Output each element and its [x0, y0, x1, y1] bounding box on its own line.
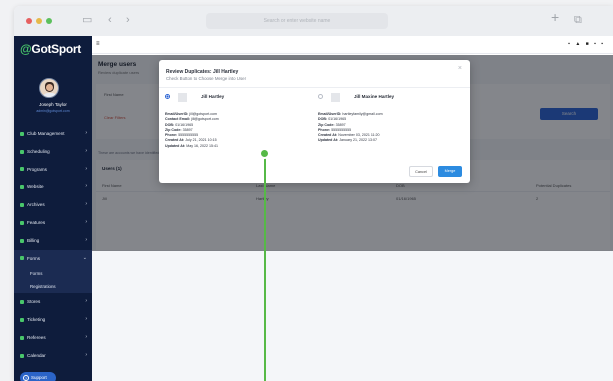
duplicate-details: Email/UserID: jill@gotsport.com Contact …	[165, 112, 219, 148]
topbar-icons[interactable]: ▪ ▲ ■ ▪ ▪	[568, 41, 605, 47]
sidebar-item-stores[interactable]: Stores ›	[14, 293, 92, 311]
chevron-right-icon: ›	[85, 298, 87, 305]
sidebar-nav: Club Management › Scheduling › Programs › W…	[14, 125, 92, 365]
chevron-right-icon: ›	[85, 201, 87, 208]
calendar-icon	[20, 149, 24, 154]
close-window-dot[interactable]	[26, 18, 32, 24]
merge-target-radio[interactable]	[318, 94, 323, 99]
user-photo-icon	[331, 93, 340, 102]
user-name: Joseph Taylor	[39, 102, 67, 107]
sidebar-item-forms[interactable]: Forms ⌄	[14, 249, 92, 268]
chevron-right-icon: ›	[85, 333, 87, 340]
sidebar-item-archives[interactable]: Archives ›	[14, 196, 92, 214]
gotsport-logo[interactable]: @GotSport	[20, 42, 81, 56]
maximize-window-dot[interactable]	[46, 18, 52, 24]
sidebar-item-programs[interactable]: Programs ›	[14, 161, 92, 179]
sidebar-item-website[interactable]: Website ›	[14, 178, 92, 196]
browser-titlebar: ▭ ‹ › Search or enter website name + ⧉	[14, 6, 613, 36]
user-email: admin@gotsport.com	[36, 109, 70, 113]
top-bar: ≡ ▪ ▲ ■ ▪ ▪	[92, 36, 613, 54]
club-icon	[20, 131, 24, 136]
chevron-down-icon: ⌄	[82, 254, 87, 261]
avatar[interactable]	[39, 78, 59, 98]
store-icon	[20, 300, 24, 305]
calendar-icon	[20, 353, 24, 358]
callout-dot	[259, 148, 270, 159]
duplicate-name: Jill Maxine Hartley	[354, 94, 395, 99]
cancel-button[interactable]: Cancel	[409, 166, 433, 177]
modal-title: Review Duplicates: Jill Hartley	[166, 69, 239, 75]
modal-subtitle: Check Button to Choose Merge into User	[166, 76, 247, 81]
forward-icon[interactable]: ›	[126, 14, 130, 26]
duplicate-details: Email/UserID: hartleyfamily@gmail.com DO…	[318, 112, 383, 143]
sidebar-subitem-registrations[interactable]: Registrations	[14, 280, 92, 294]
chevron-right-icon: ›	[85, 147, 87, 154]
sidebar-item-calendar[interactable]: Calendar ›	[14, 347, 92, 365]
tabs-overview-icon[interactable]: ⧉	[574, 14, 582, 26]
sidebar-toggle-icon[interactable]: ▭	[82, 14, 92, 26]
sidebar-item-scheduling[interactable]: Scheduling ›	[14, 143, 92, 161]
duplicate-name: Jill Hartley	[201, 94, 225, 99]
chevron-right-icon: ›	[85, 218, 87, 225]
billing-icon	[20, 238, 24, 243]
address-bar[interactable]: Search or enter website name	[206, 13, 388, 29]
ticket-icon	[20, 317, 24, 322]
merge-target-radio[interactable]	[165, 94, 170, 99]
chevron-right-icon: ›	[85, 165, 87, 172]
globe-icon	[20, 185, 24, 190]
callout-line	[264, 154, 266, 381]
new-tab-icon[interactable]: +	[551, 10, 559, 24]
sidebar-item-billing[interactable]: Billing ›	[14, 232, 92, 250]
chevron-right-icon: ›	[85, 236, 87, 243]
back-icon[interactable]: ‹	[108, 14, 112, 26]
chevron-right-icon: ›	[85, 351, 87, 358]
user-photo-icon	[178, 93, 187, 102]
sidebar-item-ticketing[interactable]: Ticketing ›	[14, 311, 92, 329]
whistle-icon	[20, 335, 24, 340]
review-duplicates-modal: Review Duplicates: Jill Hartley Check Bu…	[159, 60, 470, 183]
chevron-right-icon: ›	[85, 183, 87, 190]
menu-icon[interactable]: ≡	[96, 41, 100, 47]
features-icon	[20, 220, 24, 225]
minimize-window-dot[interactable]	[36, 18, 42, 24]
help-icon: ?	[23, 374, 29, 381]
chevron-right-icon: ›	[85, 130, 87, 136]
duplicate-card-left[interactable]: Jill Hartley Email/UserID: jill@gotsport…	[159, 91, 309, 161]
duplicate-card-right[interactable]: Jill Maxine Hartley Email/UserID: hartle…	[312, 91, 462, 161]
sidebar: @GotSport Joseph Taylor admin@gotsport.c…	[14, 36, 92, 381]
close-icon[interactable]: ×	[458, 65, 462, 72]
forms-icon	[20, 256, 24, 261]
programs-icon	[20, 167, 24, 172]
chevron-right-icon: ›	[85, 316, 87, 323]
merge-button[interactable]: Merge	[438, 166, 462, 177]
archive-icon	[20, 202, 24, 207]
support-button[interactable]: ? Support	[20, 372, 56, 381]
sidebar-item-referees[interactable]: Referees ›	[14, 329, 92, 347]
sidebar-subitem-forms[interactable]: Forms	[14, 267, 92, 281]
divider	[159, 87, 470, 88]
sidebar-item-club-management[interactable]: Club Management ›	[14, 125, 92, 143]
sidebar-item-features[interactable]: Features ›	[14, 214, 92, 232]
